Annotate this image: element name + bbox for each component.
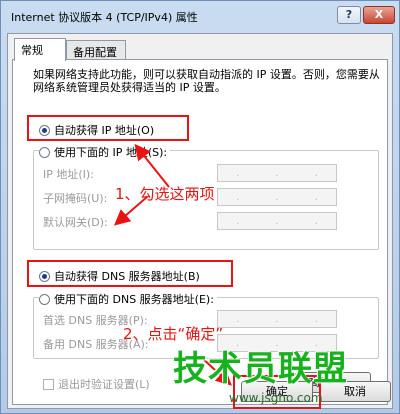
watermark-url: www.jsgho.com [229,391,323,405]
annotation-step1: 1、勾选这两项 [115,185,215,203]
dialog-window: Internet 协议版本 4 (TCP/IPv4) 属性 ? X 常规 备用配… [0,0,400,414]
arrow-to-ip-option [134,143,170,188]
tab-general[interactable]: 常规 [14,38,66,61]
watermark-brand: 技术员联盟 [173,349,348,389]
